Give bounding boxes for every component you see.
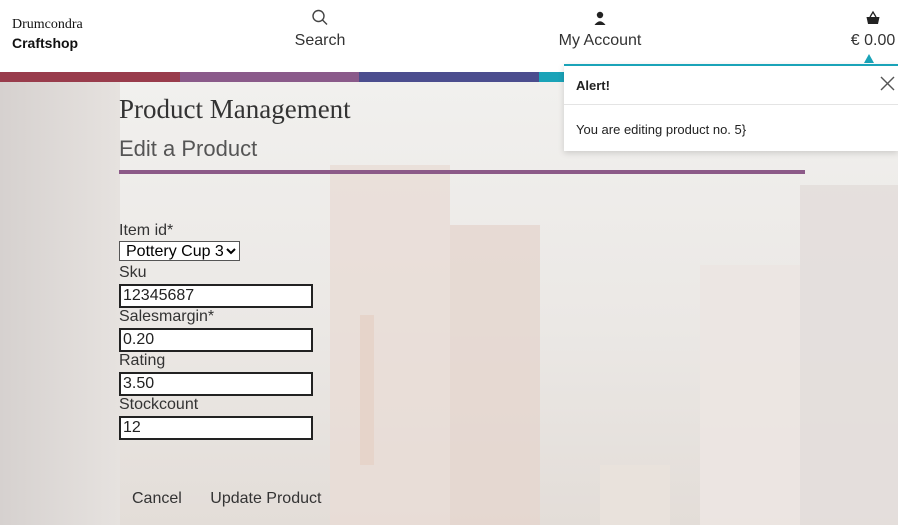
stripe-segment bbox=[0, 72, 180, 82]
page-subtitle: Edit a Product bbox=[119, 136, 258, 161]
alert-title: Alert! bbox=[576, 78, 610, 93]
brand-logo[interactable]: Drumcondra Craftshop bbox=[12, 16, 83, 52]
nav-cart[interactable]: € 0.00 bbox=[848, 8, 898, 50]
cart-total: € 0.00 bbox=[850, 32, 896, 49]
edit-product-form: Item id* Pottery Cup 3 Sku Salesmargin* … bbox=[119, 222, 313, 448]
stockcount-label: Stockcount bbox=[119, 396, 199, 413]
site-header: Drumcondra Craftshop Search My Account €… bbox=[0, 0, 898, 72]
rating-label: Rating bbox=[119, 352, 166, 369]
alert-popover: Alert! You are editing product no. 5} bbox=[564, 64, 898, 151]
page-title: Product Management bbox=[119, 94, 351, 124]
nav-account-label: My Account bbox=[558, 32, 642, 49]
brand-line-2: Craftshop bbox=[12, 35, 79, 51]
nav-my-account[interactable]: My Account bbox=[550, 8, 650, 50]
update-product-button[interactable]: Update Product bbox=[198, 490, 333, 508]
close-icon[interactable] bbox=[878, 74, 898, 94]
sku-label: Sku bbox=[119, 264, 147, 281]
item-id-label: Item id* bbox=[119, 222, 174, 239]
user-icon bbox=[594, 11, 606, 25]
alert-message: You are editing product no. 5} bbox=[576, 122, 747, 137]
item-id-select[interactable]: Pottery Cup 3 bbox=[119, 241, 240, 261]
stripe-segment bbox=[359, 72, 539, 82]
basket-icon bbox=[866, 10, 880, 24]
brand-line-1: Drumcondra bbox=[12, 17, 83, 32]
rating-input[interactable] bbox=[119, 372, 313, 396]
search-icon bbox=[312, 9, 328, 25]
salesmargin-input[interactable] bbox=[119, 328, 313, 352]
stripe-segment bbox=[179, 72, 360, 82]
form-actions: Cancel Update Product bbox=[119, 490, 333, 508]
alert-header: Alert! bbox=[564, 66, 898, 105]
nav-search-label: Search bbox=[294, 32, 346, 49]
salesmargin-label: Salesmargin* bbox=[119, 308, 215, 325]
stockcount-input[interactable] bbox=[119, 416, 313, 440]
title-divider bbox=[119, 170, 805, 174]
sku-input[interactable] bbox=[119, 284, 313, 308]
nav-search[interactable]: Search bbox=[290, 8, 350, 50]
cancel-button[interactable]: Cancel bbox=[119, 490, 194, 508]
alert-pointer bbox=[864, 54, 874, 63]
